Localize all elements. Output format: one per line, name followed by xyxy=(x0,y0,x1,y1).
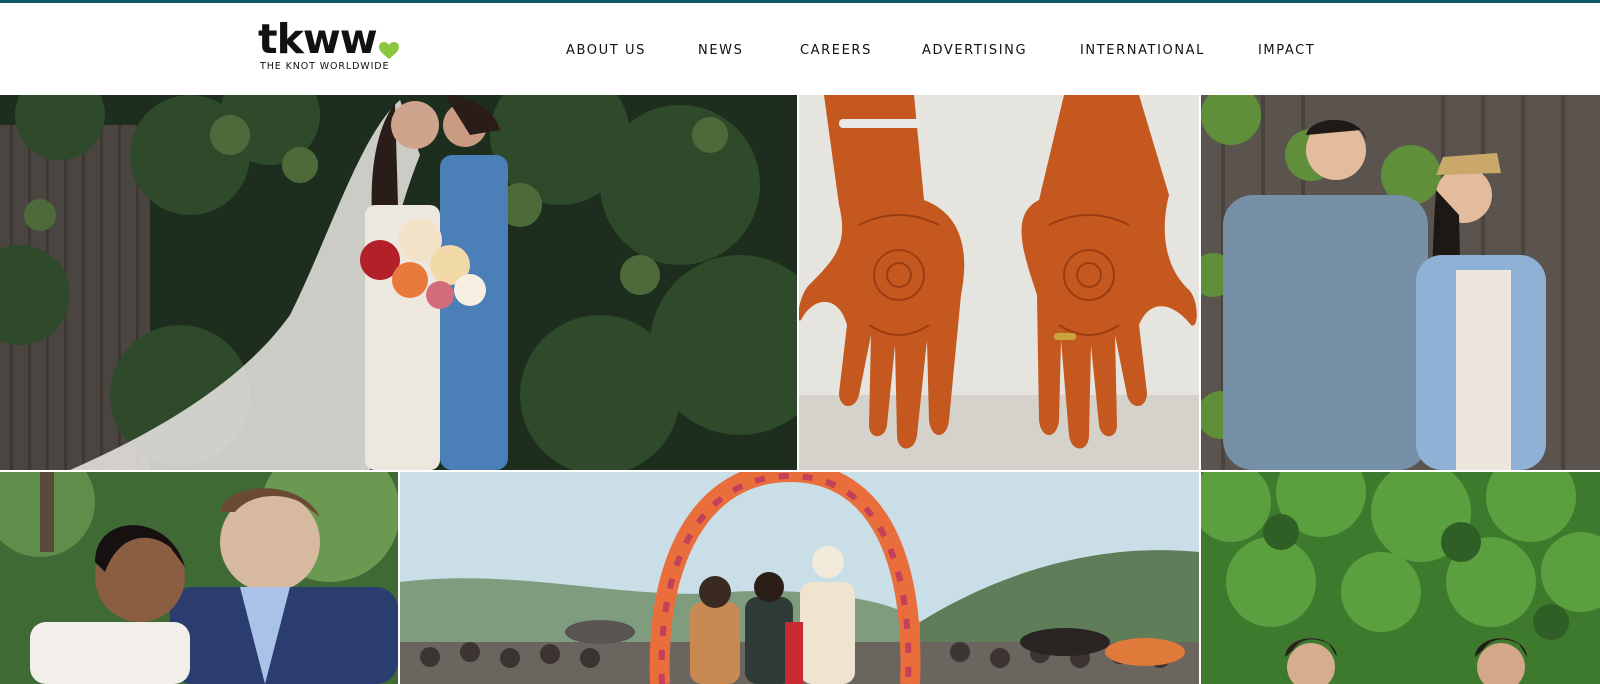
nav-international[interactable]: INTERNATIONAL xyxy=(1080,41,1205,61)
photo-henna-hands[interactable] xyxy=(799,95,1199,470)
nav-about-us[interactable]: ABOUT US xyxy=(566,41,646,61)
photo-ceremony-floral-arch[interactable] xyxy=(400,472,1199,684)
logo-tagline: THE KNOT WORLDWIDE xyxy=(260,61,390,72)
photo-couple-fence[interactable] xyxy=(1201,95,1600,470)
photo-couple-portrait[interactable] xyxy=(0,472,398,684)
nav-news[interactable]: NEWS xyxy=(698,41,743,61)
nav-advertising[interactable]: ADVERTISING xyxy=(922,41,1027,61)
photo-couple-veil-ivy[interactable] xyxy=(0,95,797,470)
photo-grooms-greenery[interactable] xyxy=(1201,472,1600,684)
site-header: tkww THE KNOT WORLDWIDE ABOUT US NEWS CA… xyxy=(0,3,1600,95)
main-nav: ABOUT US NEWS CAREERS ADVERTISING INTERN… xyxy=(0,41,1600,61)
nav-impact[interactable]: IMPACT xyxy=(1258,41,1315,61)
nav-careers[interactable]: CAREERS xyxy=(800,41,872,61)
